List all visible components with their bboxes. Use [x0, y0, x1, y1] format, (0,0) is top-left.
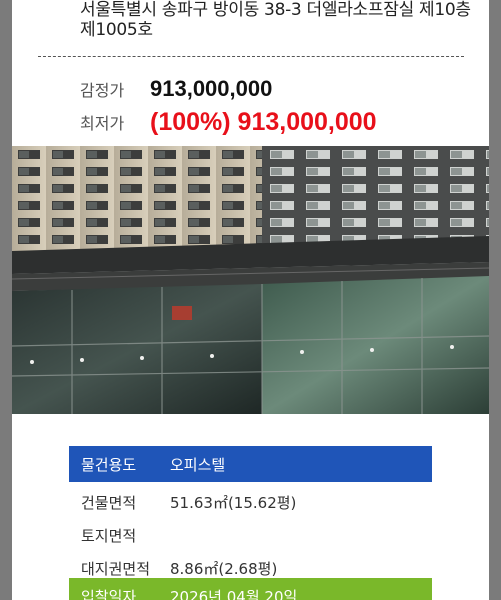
appraisal-price-row: 감정가 913,000,000 — [80, 74, 272, 104]
info-row-usage: 물건용도 오피스텔 — [69, 446, 432, 482]
minimum-price-row: 최저가 (100%) 913,000,000 — [80, 107, 377, 137]
land-area-label: 토지면적 — [81, 526, 137, 545]
land-share-value: 8.86㎡(2.68평) — [170, 559, 278, 578]
appraisal-value: 913,000,000 — [150, 76, 273, 101]
usage-label: 물건용도 — [81, 455, 137, 474]
dashed-divider — [38, 56, 464, 57]
building-area-label: 건물면적 — [81, 493, 137, 512]
land-share-label: 대지권면적 — [81, 559, 151, 578]
minimum-value: (100%) 913,000,000 — [150, 107, 377, 136]
listing-card[interactable]: 서울특별시 송파구 방이동 38-3 더엘라소프잠실 제10층 제1005호 감… — [12, 0, 489, 600]
property-address: 서울특별시 송파구 방이동 38-3 더엘라소프잠실 제10층 제1005호 — [80, 0, 471, 40]
bid-date-value: 2026년 04월 20일 — [170, 587, 298, 600]
bid-date-label: 입찰일자 — [81, 587, 137, 600]
info-row-building-area: 건물면적 51.63㎡(15.62평) — [69, 484, 432, 520]
property-photo[interactable] — [12, 146, 489, 414]
appraisal-label: 감정가 — [80, 81, 125, 100]
minimum-label: 최저가 — [80, 114, 125, 133]
building-area-value: 51.63㎡(15.62평) — [170, 493, 297, 512]
info-row-land-area: 토지면적 — [69, 517, 432, 553]
usage-value: 오피스텔 — [170, 455, 226, 474]
info-row-bid-date: 입찰일자 2026년 04월 20일 — [69, 578, 432, 600]
